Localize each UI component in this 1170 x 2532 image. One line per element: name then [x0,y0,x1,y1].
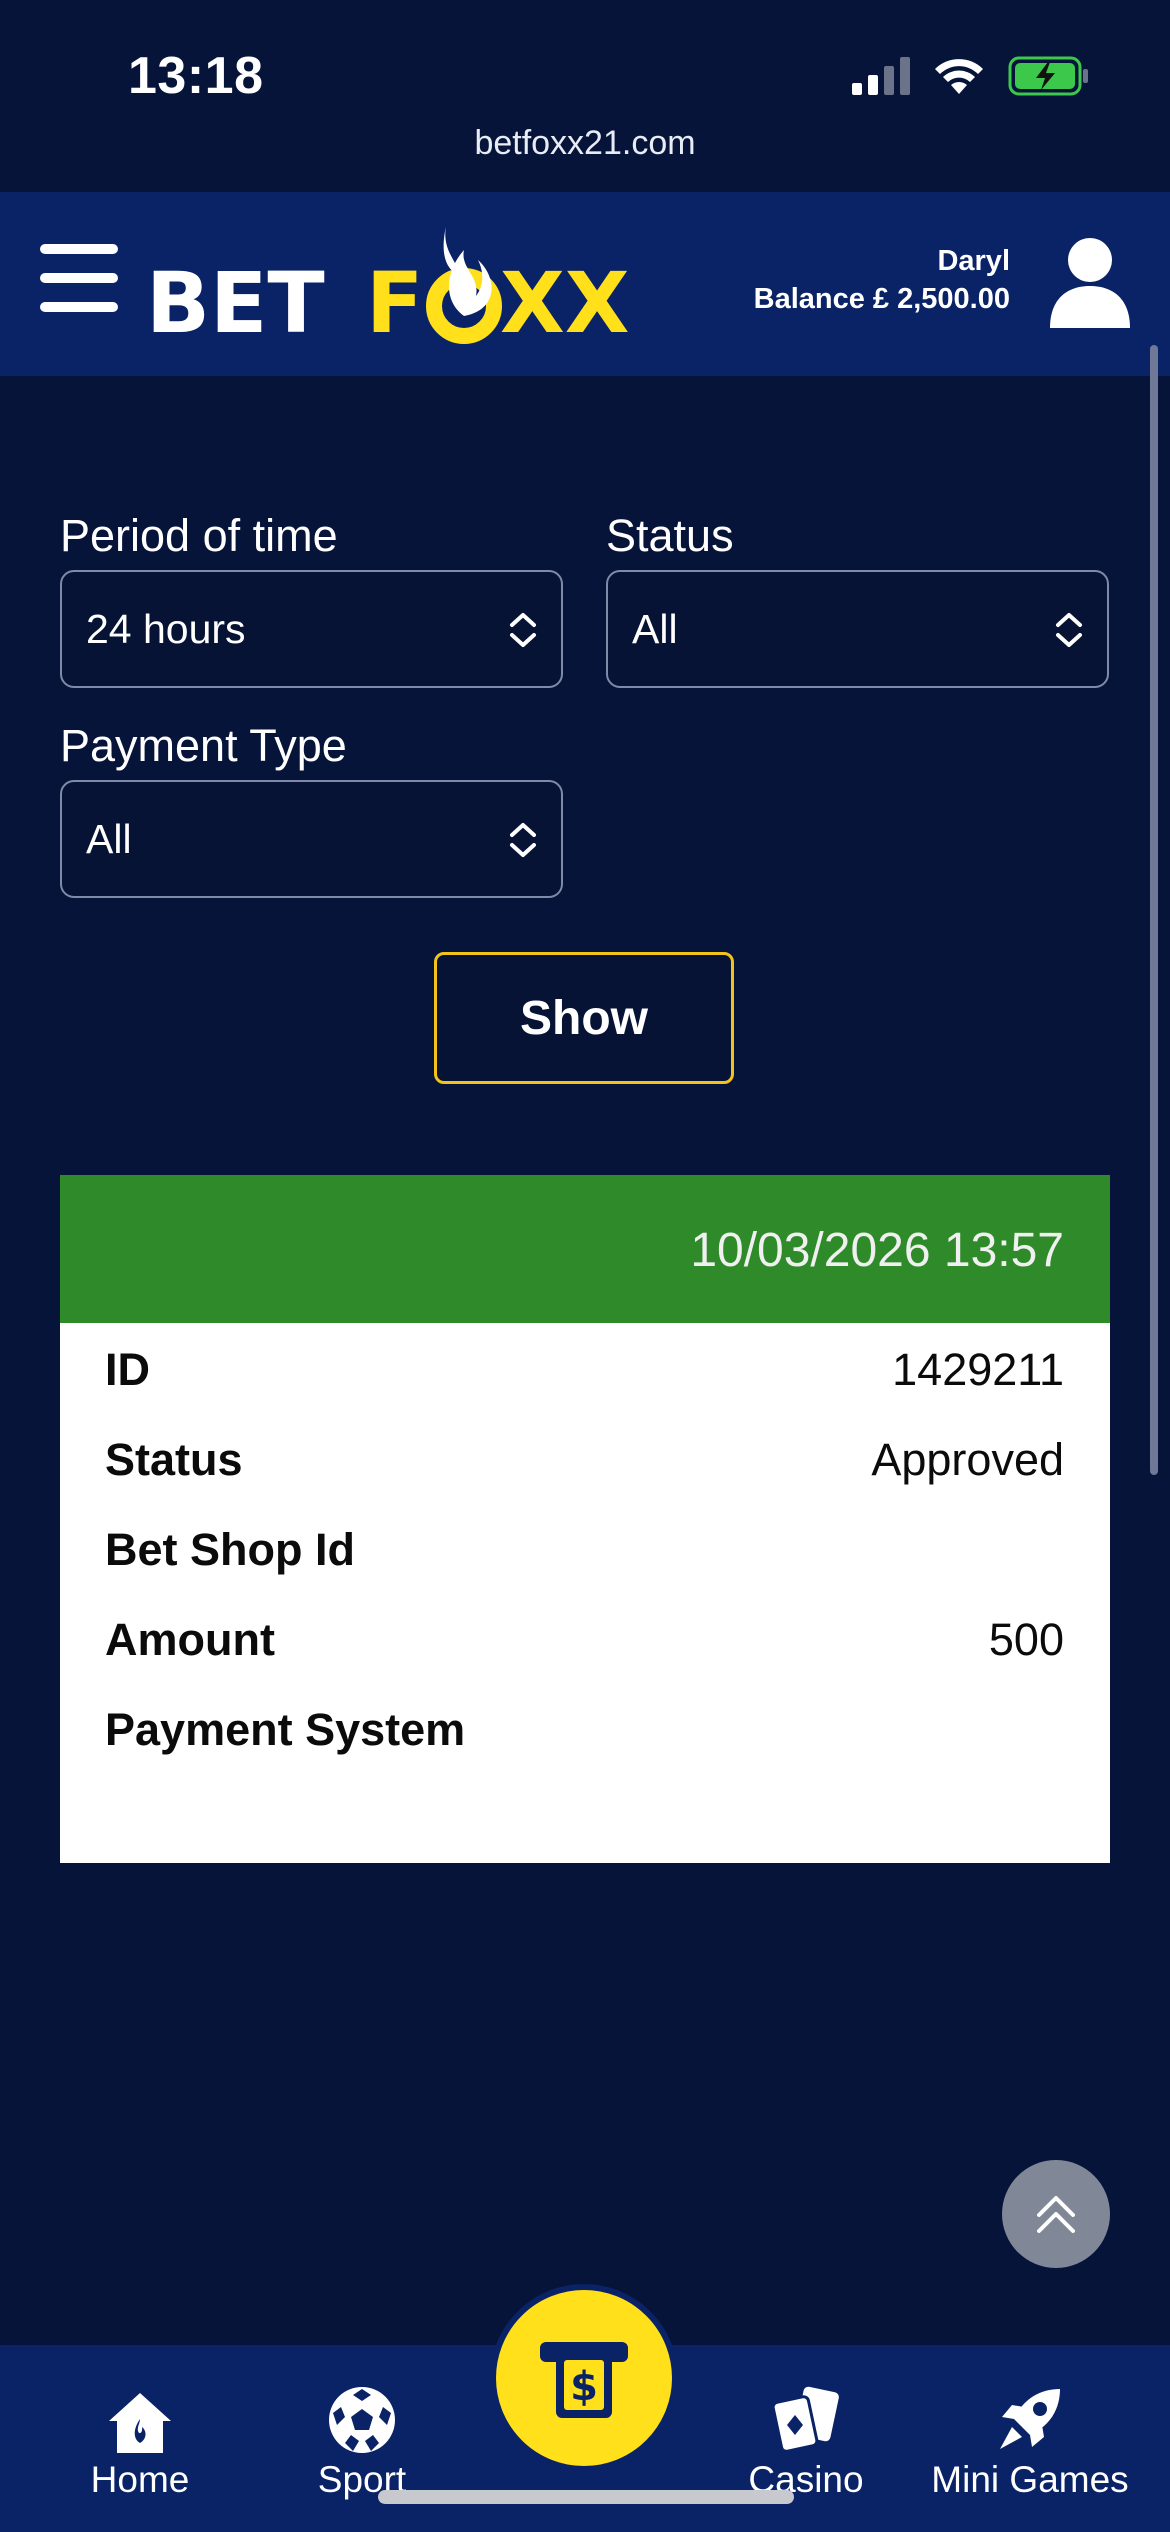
flame-icon [426,226,502,344]
system-icons [852,56,1090,96]
nav-label: Home [90,2459,190,2500]
payment-type-select-value: All [86,815,132,862]
status-select[interactable]: All [606,570,1109,688]
rocket-icon [1000,2389,1060,2449]
hamburger-menu-icon[interactable] [40,244,118,314]
scrollbar[interactable] [1150,345,1158,1475]
soccer-ball-icon [329,2387,395,2453]
nav-item-mini-games[interactable]: Mini Games [930,2375,1130,2501]
transaction-card-header: 10/03/2026 13:57 [60,1175,1110,1323]
row-key: Payment System [105,1704,466,1755]
signal-icon [852,57,910,95]
battery-charging-icon [1008,56,1088,96]
scroll-to-top-button[interactable] [1002,2160,1110,2268]
row-key: Bet Shop Id [105,1524,355,1575]
user-name: Daryl [937,245,1010,277]
double-chevron-up-icon [1037,2196,1075,2233]
nav-item-sport[interactable]: Sport [292,2375,432,2501]
show-button[interactable]: Show [434,952,734,1084]
chevron-up-down-icon [510,613,536,647]
payment-type-select[interactable]: All [60,780,563,898]
svg-text:XX: XX [500,254,630,350]
row-key: ID [105,1344,150,1395]
nav-label: Mini Games [931,2459,1129,2500]
playing-cards-icon [771,2386,839,2453]
page: 13:18 betfoxx21.com BET F XX Daryl Balan… [0,0,1170,2532]
status-label: Status [606,510,734,561]
transaction-row: Amount 500 [105,1610,1064,1670]
user-info[interactable]: Daryl Balance £ 2,500.00 [754,242,1010,318]
row-value: Approved [871,1434,1064,1485]
status-time: 13:18 [128,47,264,105]
transaction-row: ID 1429211 [105,1340,1064,1400]
period-select[interactable]: 24 hours [60,570,563,688]
chevron-up-down-icon [510,823,536,857]
user-avatar-icon[interactable] [1048,236,1132,333]
betfoxx-logo[interactable]: BET F XX [146,220,666,355]
svg-text:BET: BET [146,254,325,350]
transaction-row: Bet Shop Id [105,1520,1064,1580]
site-header: BET F XX Daryl Balance £ 2,500.00 [0,192,1170,376]
row-value: 1429211 [892,1344,1064,1395]
period-select-value: 24 hours [86,605,246,652]
transaction-card: 10/03/2026 13:57 ID 1429211 Status Appro… [60,1175,1110,1863]
payment-type-label: Payment Type [60,720,347,771]
home-icon [109,2393,171,2453]
period-label: Period of time [60,510,338,561]
transaction-datetime: 10/03/2026 13:57 [690,1224,1064,1277]
wifi-icon [935,59,983,94]
chevron-up-down-icon [1056,613,1082,647]
svg-text:F: F [366,254,423,350]
home-indicator[interactable] [378,2490,794,2504]
transaction-row: Status Approved [105,1430,1064,1490]
user-balance: Balance £ 2,500.00 [753,283,1010,315]
row-key: Status [105,1434,243,1485]
browser-url[interactable]: betfoxx21.com [0,124,1170,163]
atm-cash-icon: $ [540,2342,628,2418]
nav-item-casino[interactable]: Casino [736,2375,876,2501]
cashier-button[interactable]: $ [490,2284,678,2472]
svg-text:$: $ [570,2364,598,2410]
transaction-row: Payment System [105,1700,1064,1760]
status-bar: 13:18 betfoxx21.com [0,0,1170,162]
status-select-value: All [632,605,678,652]
row-key: Amount [105,1614,275,1665]
row-value: 500 [988,1614,1064,1665]
nav-item-home[interactable]: Home [70,2375,210,2501]
